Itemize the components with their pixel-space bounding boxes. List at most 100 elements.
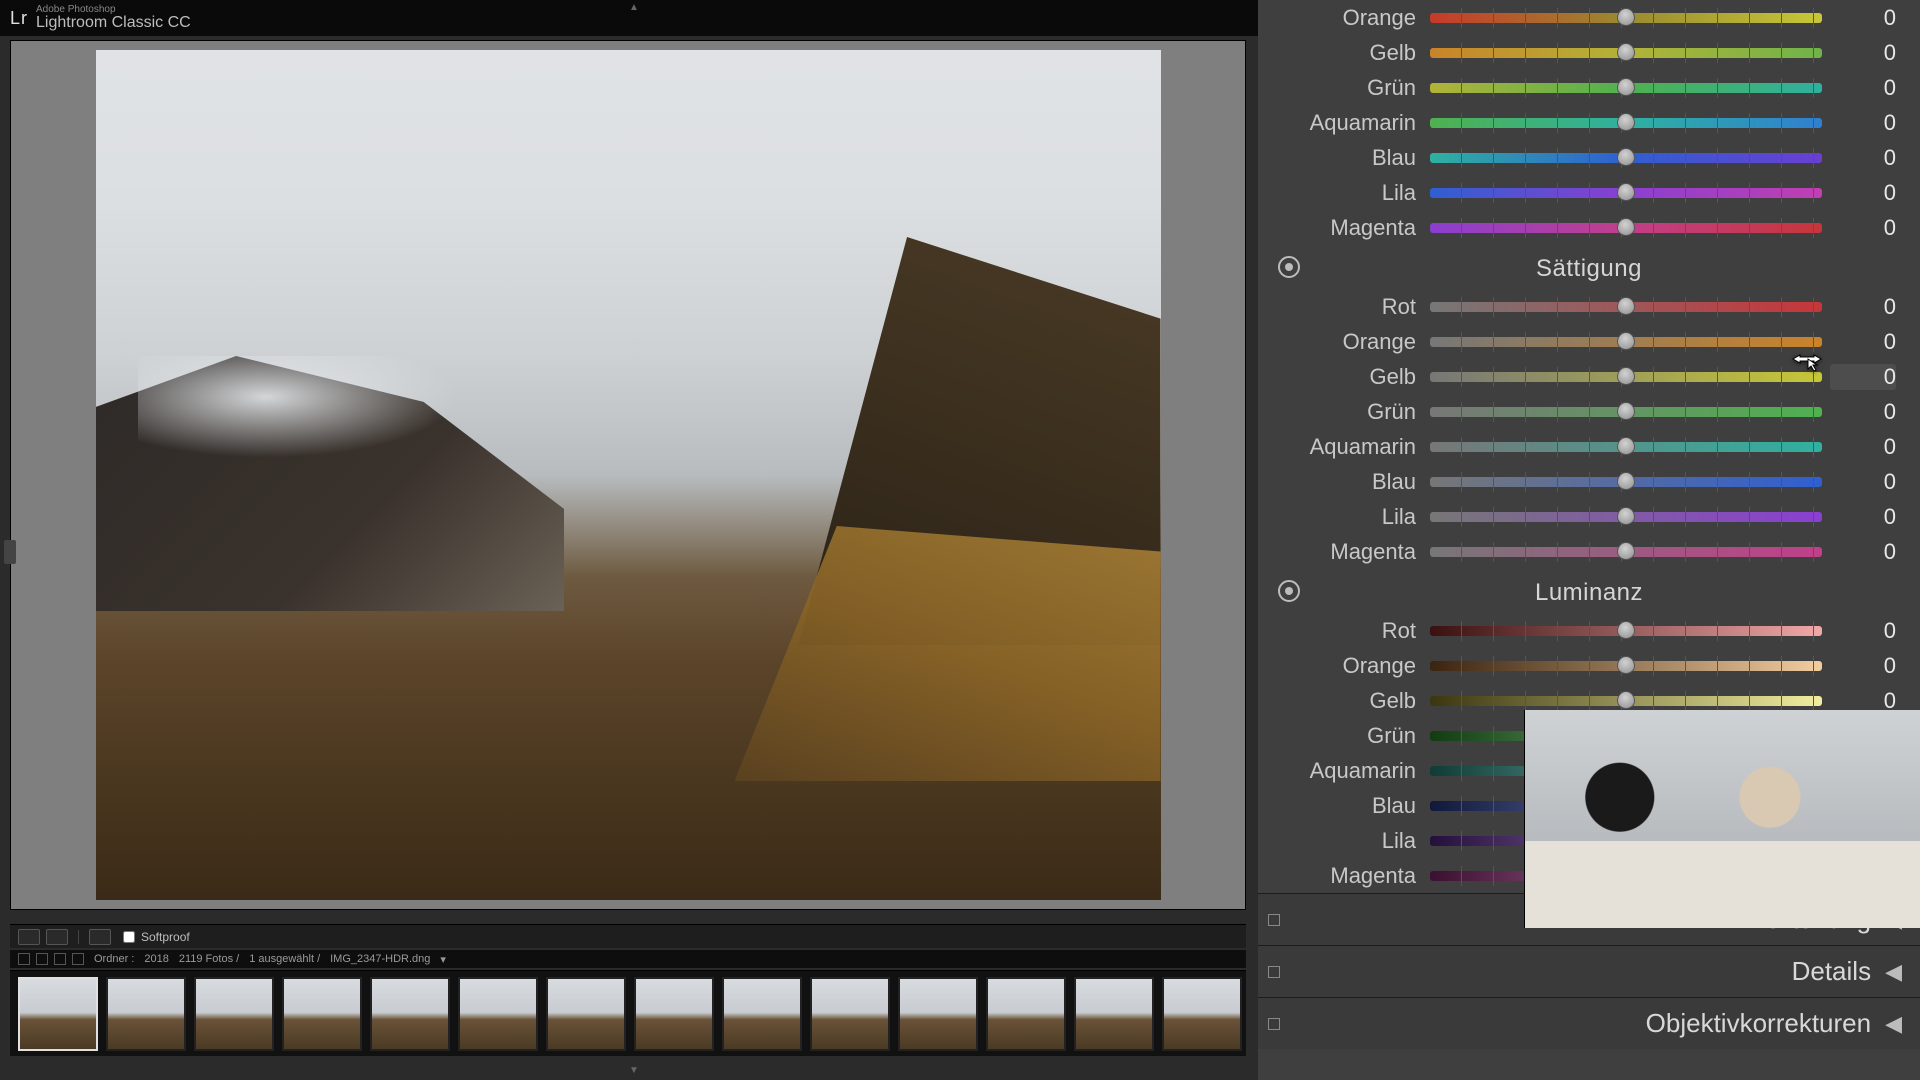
saturation-rot-slider[interactable] bbox=[1430, 302, 1822, 312]
left-panel-toggle[interactable] bbox=[4, 540, 16, 564]
bottom-panel-toggle-icon[interactable]: ▼ bbox=[629, 1065, 639, 1076]
slider-thumb[interactable] bbox=[1617, 367, 1635, 385]
forward-icon[interactable] bbox=[72, 953, 84, 965]
luminance-rot-value[interactable]: 0 bbox=[1830, 618, 1896, 644]
slider-thumb[interactable] bbox=[1617, 656, 1635, 674]
hue-blau-value[interactable]: 0 bbox=[1830, 145, 1896, 171]
luminance-orange-label[interactable]: Orange bbox=[1258, 653, 1430, 679]
targeted-adjust-saturation-button[interactable] bbox=[1278, 256, 1300, 278]
panel-switch-icon[interactable] bbox=[1268, 1018, 1280, 1030]
slider-thumb[interactable] bbox=[1617, 78, 1635, 96]
saturation-magenta-value[interactable]: 0 bbox=[1830, 539, 1896, 565]
slider-thumb[interactable] bbox=[1617, 297, 1635, 315]
saturation-blau-value[interactable]: 0 bbox=[1830, 469, 1896, 495]
filmstrip-thumb[interactable] bbox=[634, 977, 714, 1051]
saturation-magenta-label[interactable]: Magenta bbox=[1258, 539, 1430, 565]
filmstrip-thumb[interactable] bbox=[722, 977, 802, 1051]
hue-magenta-label[interactable]: Magenta bbox=[1258, 215, 1430, 241]
hue-magenta-value[interactable]: 0 bbox=[1830, 215, 1896, 241]
hue-gelb-label[interactable]: Gelb bbox=[1258, 40, 1430, 66]
luminance-blau-label[interactable]: Blau bbox=[1258, 793, 1430, 819]
panel-switch-icon[interactable] bbox=[1268, 966, 1280, 978]
hue-blau-slider[interactable] bbox=[1430, 153, 1822, 163]
slider-thumb[interactable] bbox=[1617, 402, 1635, 420]
luminance-gruen-label[interactable]: Grün bbox=[1258, 723, 1430, 749]
luminance-rot-label[interactable]: Rot bbox=[1258, 618, 1430, 644]
info-folder-name[interactable]: 2018 bbox=[144, 953, 168, 965]
slider-thumb[interactable] bbox=[1617, 113, 1635, 131]
collapse-icon[interactable]: ◀ bbox=[1885, 1011, 1902, 1037]
saturation-lila-label[interactable]: Lila bbox=[1258, 504, 1430, 530]
hue-aqua-value[interactable]: 0 bbox=[1830, 110, 1896, 136]
saturation-lila-slider[interactable] bbox=[1430, 512, 1822, 522]
luminance-lila-label[interactable]: Lila bbox=[1258, 828, 1430, 854]
grid-icon[interactable] bbox=[36, 953, 48, 965]
saturation-gruen-label[interactable]: Grün bbox=[1258, 399, 1430, 425]
develop-panel[interactable]: Orange 0 Gelb 0 Grün 0 Aquamarin 0 Blau 0 Lila 0 Mag… bbox=[1258, 0, 1920, 1080]
saturation-orange-value[interactable]: 0 bbox=[1830, 329, 1896, 355]
hue-gruen-slider[interactable] bbox=[1430, 83, 1822, 93]
saturation-blau-slider[interactable] bbox=[1430, 477, 1822, 487]
slider-thumb[interactable] bbox=[1617, 542, 1635, 560]
hue-blau-label[interactable]: Blau bbox=[1258, 145, 1430, 171]
saturation-gruen-slider[interactable] bbox=[1430, 407, 1822, 417]
back-icon[interactable] bbox=[54, 953, 66, 965]
luminance-aqua-label[interactable]: Aquamarin bbox=[1258, 758, 1430, 784]
slider-thumb[interactable] bbox=[1617, 218, 1635, 236]
slider-thumb[interactable] bbox=[1617, 8, 1635, 26]
saturation-lila-value[interactable]: 0 bbox=[1830, 504, 1896, 530]
saturation-rot-value[interactable]: 0 bbox=[1830, 294, 1896, 320]
filmstrip-thumb[interactable] bbox=[194, 977, 274, 1051]
view-before-after-button[interactable] bbox=[89, 929, 111, 945]
saturation-orange-label[interactable]: Orange bbox=[1258, 329, 1430, 355]
hue-orange-label[interactable]: Orange bbox=[1258, 5, 1430, 31]
saturation-aqua-label[interactable]: Aquamarin bbox=[1258, 434, 1430, 460]
filmstrip-thumb[interactable] bbox=[898, 977, 978, 1051]
saturation-gelb-label[interactable]: Gelb bbox=[1258, 364, 1430, 390]
hue-aqua-label[interactable]: Aquamarin bbox=[1258, 110, 1430, 136]
view-loupe-button[interactable] bbox=[18, 929, 40, 945]
hue-aqua-slider[interactable] bbox=[1430, 118, 1822, 128]
saturation-aqua-value[interactable]: 0 bbox=[1830, 434, 1896, 460]
slider-thumb[interactable] bbox=[1617, 472, 1635, 490]
filmstrip-thumb[interactable] bbox=[370, 977, 450, 1051]
canvas[interactable] bbox=[10, 40, 1246, 910]
filmstrip-thumb[interactable] bbox=[282, 977, 362, 1051]
luminance-orange-value[interactable]: 0 bbox=[1830, 653, 1896, 679]
hue-gelb-value[interactable]: 0 bbox=[1830, 40, 1896, 66]
hue-lila-value[interactable]: 0 bbox=[1830, 180, 1896, 206]
panel-section-objektivkorrekturen[interactable]: Objektivkorrekturen◀ bbox=[1258, 997, 1920, 1049]
saturation-magenta-slider[interactable] bbox=[1430, 547, 1822, 557]
slider-thumb[interactable] bbox=[1617, 437, 1635, 455]
saturation-gruen-value[interactable]: 0 bbox=[1830, 399, 1896, 425]
filmstrip[interactable] bbox=[10, 970, 1246, 1056]
luminance-orange-slider[interactable] bbox=[1430, 661, 1822, 671]
second-monitor-icon[interactable] bbox=[18, 953, 30, 965]
filmstrip-thumb[interactable] bbox=[986, 977, 1066, 1051]
luminance-rot-slider[interactable] bbox=[1430, 626, 1822, 636]
filmstrip-thumb[interactable] bbox=[1162, 977, 1242, 1051]
targeted-adjust-luminance-button[interactable] bbox=[1278, 580, 1300, 602]
hue-lila-label[interactable]: Lila bbox=[1258, 180, 1430, 206]
slider-thumb[interactable] bbox=[1617, 43, 1635, 61]
saturation-aqua-slider[interactable] bbox=[1430, 442, 1822, 452]
panel-switch-icon[interactable] bbox=[1268, 914, 1280, 926]
slider-thumb[interactable] bbox=[1617, 691, 1635, 709]
saturation-rot-label[interactable]: Rot bbox=[1258, 294, 1430, 320]
filmstrip-thumb[interactable] bbox=[546, 977, 626, 1051]
hue-gruen-label[interactable]: Grün bbox=[1258, 75, 1430, 101]
softproof-toggle[interactable]: Softproof bbox=[123, 930, 190, 944]
filmstrip-thumb[interactable] bbox=[458, 977, 538, 1051]
view-compare-button[interactable] bbox=[46, 929, 68, 945]
hue-orange-value[interactable]: 0 bbox=[1830, 5, 1896, 31]
saturation-orange-slider[interactable] bbox=[1430, 337, 1822, 347]
saturation-gelb-value[interactable]: 0 bbox=[1830, 364, 1896, 390]
hue-gruen-value[interactable]: 0 bbox=[1830, 75, 1896, 101]
filmstrip-thumb[interactable] bbox=[1074, 977, 1154, 1051]
saturation-gelb-slider[interactable] bbox=[1430, 372, 1822, 382]
luminance-gelb-label[interactable]: Gelb bbox=[1258, 688, 1430, 714]
slider-thumb[interactable] bbox=[1617, 183, 1635, 201]
slider-thumb[interactable] bbox=[1617, 621, 1635, 639]
filmstrip-thumb[interactable] bbox=[810, 977, 890, 1051]
collapse-icon[interactable]: ◀ bbox=[1885, 959, 1902, 985]
